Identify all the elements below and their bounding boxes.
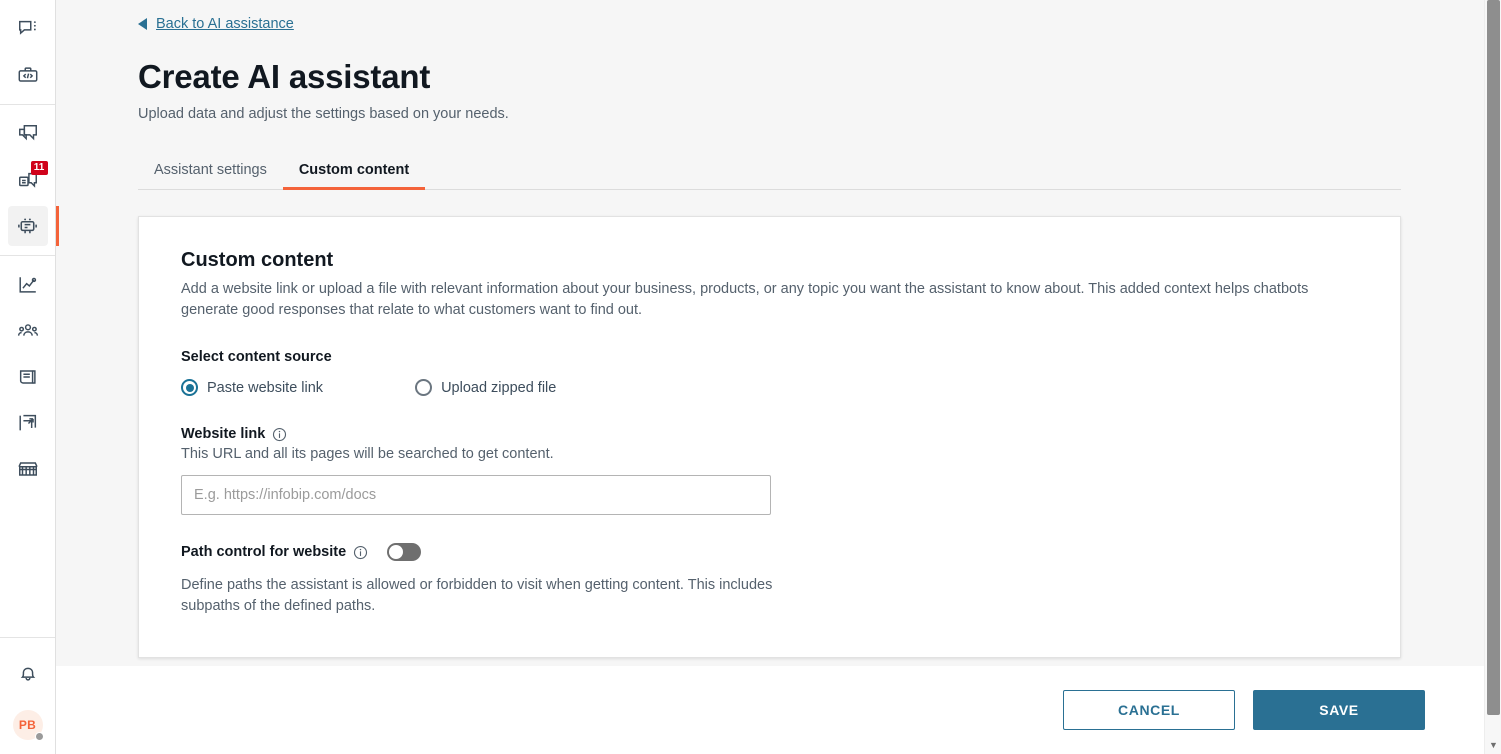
tab-assistant-settings[interactable]: Assistant settings bbox=[138, 156, 283, 190]
radio-option-upload-zipped-file[interactable]: Upload zipped file bbox=[415, 379, 557, 397]
sidebar-item-inbox[interactable]: 11 bbox=[8, 160, 48, 200]
people-icon bbox=[17, 320, 39, 342]
developer-tools-icon bbox=[17, 64, 39, 86]
page-content: Back to AI assistance Create AI assistan… bbox=[56, 0, 1501, 659]
path-control-toggle-knob bbox=[389, 545, 404, 560]
analytics-chart-icon bbox=[17, 274, 39, 296]
scrollbar-thumb[interactable] bbox=[1487, 0, 1500, 715]
sidebar-item-audience[interactable] bbox=[8, 311, 48, 351]
radio-label-upload-zipped-file: Upload zipped file bbox=[441, 379, 557, 396]
sidebar-item-developer-tools[interactable] bbox=[8, 55, 48, 95]
multi-chat-icon bbox=[17, 123, 39, 145]
info-icon-website-link[interactable] bbox=[272, 427, 287, 442]
flow-arrow-icon bbox=[17, 412, 39, 434]
back-navigation[interactable]: Back to AI assistance bbox=[138, 16, 1401, 32]
path-control-label: Path control for website bbox=[181, 544, 347, 561]
document-icon bbox=[17, 366, 39, 388]
path-control-description: Define paths the assistant is allowed or… bbox=[181, 577, 773, 615]
website-link-label: Website link bbox=[181, 426, 266, 443]
radio-option-paste-website-link[interactable]: Paste website link bbox=[181, 379, 324, 397]
sidebar-item-marketplace[interactable] bbox=[8, 449, 48, 489]
app-root: 11 PB Back to AI assistance Create AI as… bbox=[0, 0, 1501, 754]
sidebar-bottom-group: PB bbox=[0, 637, 55, 754]
page-subtitle: Upload data and adjust the settings base… bbox=[138, 106, 509, 122]
sidebar-item-content[interactable] bbox=[8, 357, 48, 397]
tab-custom-content[interactable]: Custom content bbox=[282, 156, 426, 190]
radio-icon-upload-zipped-file[interactable] bbox=[415, 379, 433, 397]
radio-label-paste-website-link: Paste website link bbox=[207, 379, 324, 396]
content-source-label: Select content source bbox=[181, 349, 332, 366]
cancel-button[interactable]: CANCEL bbox=[1063, 690, 1235, 730]
radio-icon-paste-website-link[interactable] bbox=[181, 379, 198, 397]
path-control-toggle[interactable] bbox=[387, 543, 422, 562]
sidebar-group-2: 11 bbox=[0, 104, 59, 255]
sidebar-item-messaging[interactable] bbox=[8, 114, 48, 154]
scrollbar-down-arrow-icon[interactable]: ▼ bbox=[1485, 741, 1501, 750]
save-button[interactable]: SAVE bbox=[1253, 690, 1425, 730]
page-title: Create AI assistant bbox=[138, 58, 431, 95]
tab-bar: Assistant settings Custom content bbox=[138, 156, 1401, 190]
footer-actions: CANCEL SAVE bbox=[56, 666, 1501, 754]
card-description: Add a website link or upload a file with… bbox=[181, 281, 1309, 319]
sidebar-item-conversations[interactable] bbox=[8, 9, 48, 49]
avatar-status-indicator bbox=[34, 732, 44, 741]
sidebar-badge-inbox: 11 bbox=[30, 161, 48, 175]
left-navigation-sidebar: 11 PB bbox=[0, 0, 59, 754]
back-link[interactable]: Back to AI assistance bbox=[156, 16, 294, 32]
avatar[interactable]: PB bbox=[12, 710, 44, 741]
sidebar-group-3 bbox=[0, 255, 55, 498]
sidebar-item-ai-assistance[interactable] bbox=[7, 206, 59, 246]
content-source-radio-group: Paste website link Upload zipped file bbox=[181, 379, 1360, 397]
vertical-scrollbar[interactable]: ▼ bbox=[1484, 0, 1501, 754]
sidebar-group-1 bbox=[0, 0, 55, 104]
website-link-input[interactable] bbox=[181, 475, 771, 516]
card-title: Custom content bbox=[181, 249, 334, 271]
website-link-label-row: Website link bbox=[181, 426, 1360, 442]
back-arrow-icon[interactable] bbox=[138, 18, 147, 30]
storefront-icon bbox=[17, 458, 39, 480]
main-region: Back to AI assistance Create AI assistan… bbox=[56, 0, 1501, 754]
sidebar-item-flows[interactable] bbox=[8, 403, 48, 443]
sidebar-item-notifications[interactable] bbox=[8, 653, 48, 693]
robot-icon bbox=[16, 215, 39, 238]
custom-content-card: Custom content Add a website link or upl… bbox=[138, 216, 1401, 659]
website-link-help-text: This URL and all its pages will be searc… bbox=[181, 446, 554, 463]
path-control-row: Path control for website bbox=[181, 543, 1360, 562]
avatar-initials: PB bbox=[18, 718, 37, 732]
info-icon-path-control[interactable] bbox=[353, 545, 368, 560]
sidebar-item-analytics[interactable] bbox=[8, 265, 48, 305]
chat-menu-icon bbox=[17, 18, 39, 40]
bell-icon bbox=[17, 662, 39, 684]
page-scroll-area: Back to AI assistance Create AI assistan… bbox=[56, 0, 1501, 666]
